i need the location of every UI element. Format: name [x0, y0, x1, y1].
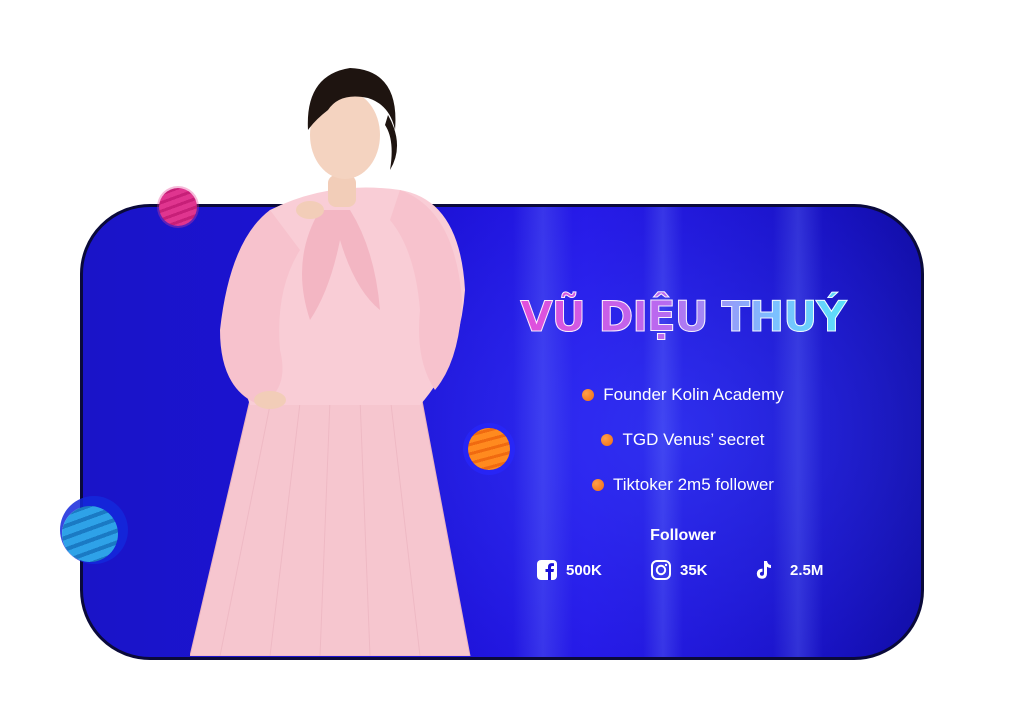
follower-title: Follower: [650, 527, 716, 544]
role-label: TGD Venus’ secret: [622, 429, 765, 449]
bullet-dot-icon: [592, 478, 605, 491]
instagram-count: 35K: [680, 561, 708, 579]
list-item: Tiktoker 2m5 follower: [500, 462, 866, 507]
facebook-stat[interactable]: 500K: [536, 556, 602, 584]
blue-planet-icon: [62, 506, 118, 562]
pink-planet-icon: [159, 188, 197, 226]
bullet-dot-icon: [601, 433, 614, 446]
role-label: Tiktoker 2m5 follower: [613, 474, 774, 494]
profile-name: VŨ DIỆU THUÝ: [500, 292, 866, 342]
role-label: Founder Kolin Academy: [603, 384, 784, 404]
social-stats: 500K 35K 2.5M: [536, 556, 856, 584]
bullet-dot-icon: [582, 388, 595, 401]
list-item: Founder Kolin Academy: [500, 372, 866, 417]
facebook-count: 500K: [566, 561, 602, 579]
tiktok-count: 2.5M: [790, 561, 824, 579]
role-list: Founder Kolin Academy TGD Venus’ secret …: [500, 372, 866, 507]
profile-photo: [190, 68, 471, 656]
tiktok-stat[interactable]: 2.5M: [752, 556, 823, 584]
facebook-icon: [537, 560, 557, 580]
tiktok-icon: [756, 561, 771, 579]
list-item: TGD Venus’ secret: [500, 417, 866, 462]
instagram-stat[interactable]: 35K: [650, 556, 708, 584]
instagram-icon: [651, 560, 671, 580]
